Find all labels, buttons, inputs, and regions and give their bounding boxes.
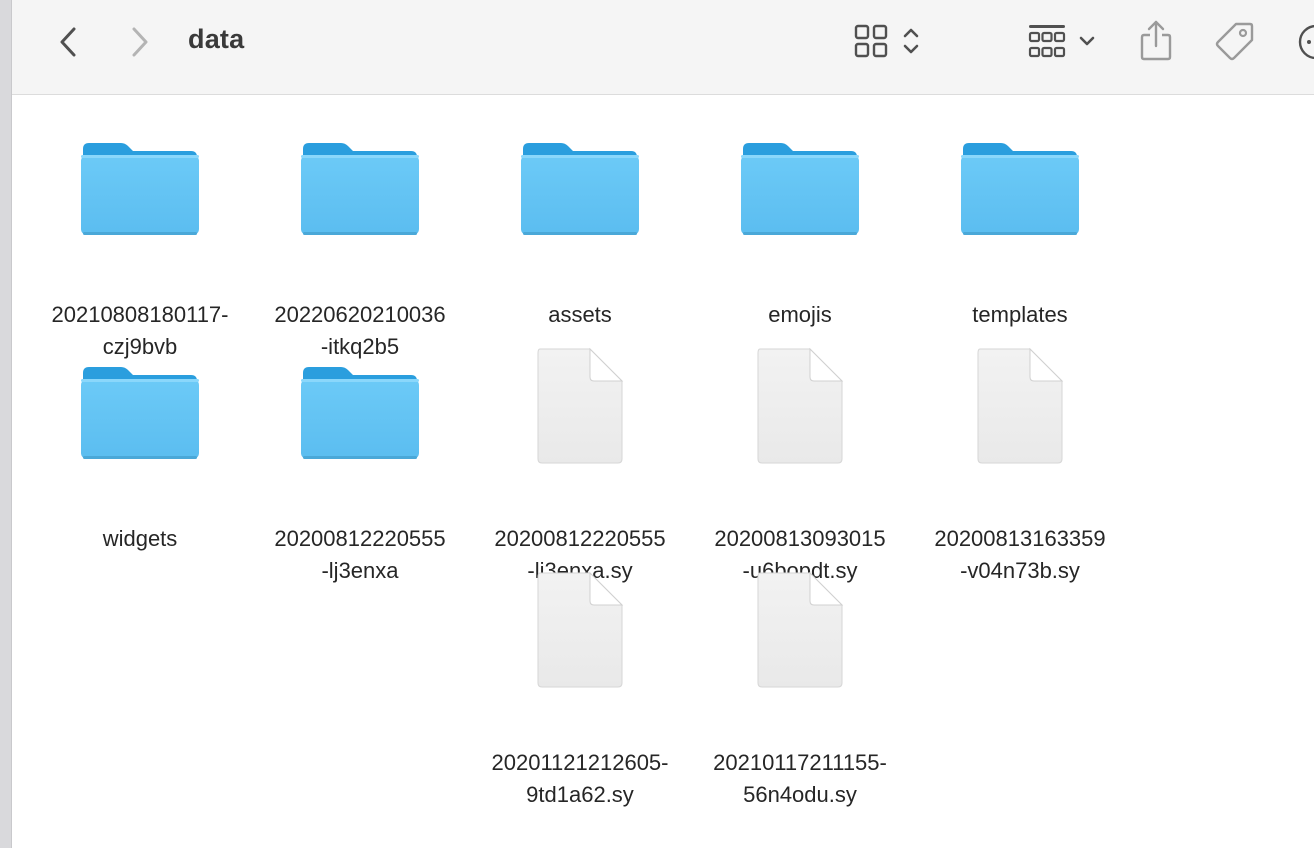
folder-icon bbox=[299, 135, 421, 246]
view-mode-button[interactable] bbox=[848, 18, 928, 64]
item-name: 20200812220555 -lj3enxa bbox=[274, 526, 446, 583]
more-button[interactable] bbox=[1296, 22, 1314, 62]
item-name: widgets bbox=[102, 526, 178, 551]
folder-icon bbox=[519, 135, 641, 246]
file-item[interactable]: 20200812220555 -lj3enxa.sy bbox=[475, 347, 685, 583]
item-name: templates bbox=[972, 302, 1068, 327]
folder-item[interactable]: 20200812220555 -lj3enxa bbox=[255, 359, 465, 583]
back-button[interactable] bbox=[50, 20, 86, 64]
folder-item[interactable]: emojis bbox=[695, 135, 905, 355]
file-item[interactable]: 20210117211155- 56n4odu.sy bbox=[695, 571, 905, 807]
item-name: 20210117211155- 56n4odu.sy bbox=[713, 750, 887, 807]
group-by-button[interactable] bbox=[1022, 18, 1102, 64]
item-name: assets bbox=[548, 302, 612, 327]
folder-icon bbox=[959, 135, 1081, 246]
tag-icon bbox=[1215, 22, 1254, 61]
document-icon bbox=[534, 347, 626, 470]
tag-button[interactable] bbox=[1212, 18, 1258, 64]
folder-icon bbox=[79, 135, 201, 246]
folder-item[interactable]: assets bbox=[475, 135, 685, 355]
window-left-edge bbox=[0, 0, 12, 848]
folder-item[interactable]: 20210808180117- czj9bvb bbox=[35, 135, 245, 359]
chevron-left-icon bbox=[60, 27, 76, 57]
share-button[interactable] bbox=[1136, 16, 1176, 64]
item-name: 20220620210036 -itkq2b5 bbox=[274, 302, 446, 359]
share-icon bbox=[1140, 20, 1172, 61]
file-grid: 20210808180117- czj9bvb 20220620210036 -i… bbox=[12, 95, 1314, 848]
item-name: 20210808180117- czj9bvb bbox=[51, 302, 229, 359]
folder-icon bbox=[79, 359, 201, 470]
folder-icon bbox=[739, 135, 861, 246]
document-icon bbox=[754, 347, 846, 470]
folder-item[interactable]: widgets bbox=[35, 359, 245, 579]
document-icon bbox=[974, 347, 1066, 470]
document-icon bbox=[754, 571, 846, 694]
folder-item[interactable]: 20220620210036 -itkq2b5 bbox=[255, 135, 465, 359]
group-by-icon bbox=[1028, 25, 1066, 58]
file-item[interactable]: 20201121212605- 9td1a62.sy bbox=[475, 571, 685, 807]
window-title: data bbox=[188, 24, 245, 54]
item-name: 20201121212605- 9td1a62.sy bbox=[491, 750, 669, 807]
file-item[interactable]: 20200813163359 -v04n73b.sy bbox=[915, 347, 1125, 583]
icon-grid-view-icon bbox=[854, 24, 888, 58]
more-icon bbox=[1298, 24, 1314, 60]
finder-toolbar: data bbox=[12, 0, 1314, 95]
item-name: emojis bbox=[768, 302, 832, 327]
chevron-down-icon bbox=[1079, 36, 1095, 46]
file-item[interactable]: 20200813093015 -u6bopdt.sy bbox=[695, 347, 905, 583]
forward-button[interactable] bbox=[122, 20, 158, 64]
folder-icon bbox=[299, 359, 421, 470]
chevron-up-down-icon bbox=[903, 28, 919, 54]
folder-item[interactable]: templates bbox=[915, 135, 1125, 355]
chevron-right-icon bbox=[132, 27, 148, 57]
item-name: 20200813163359 -v04n73b.sy bbox=[934, 526, 1106, 583]
document-icon bbox=[534, 571, 626, 694]
